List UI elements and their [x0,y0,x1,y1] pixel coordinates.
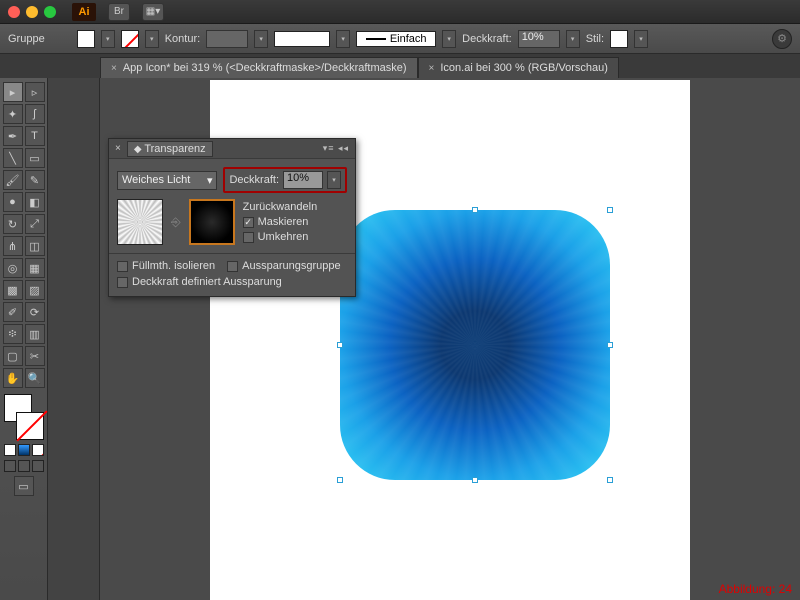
selection-handle[interactable] [607,477,613,483]
pen-tool[interactable]: ✒ [3,126,23,146]
tab-close-icon[interactable]: × [111,63,117,74]
perspective-tool[interactable]: ▦ [25,258,45,278]
window-maximize-button[interactable] [44,6,56,18]
stroke-dropdown[interactable]: ▾ [145,30,159,48]
blob-brush-tool[interactable]: ● [3,192,23,212]
shape-builder-tool[interactable]: ◎ [3,258,23,278]
zoom-tool[interactable]: 🔍 [25,368,45,388]
type-tool[interactable]: T [25,126,45,146]
panel-opacity-input[interactable]: 10% [283,171,323,189]
isolate-blending-checkbox[interactable]: Füllmth. isolieren [117,260,215,272]
figure-caption: Abbildung: 24 [719,582,792,596]
stroke-weight-input[interactable] [206,30,248,48]
fill-stroke-control[interactable] [4,394,44,440]
draw-normal[interactable] [4,460,16,472]
magic-wand-tool[interactable]: ✦ [3,104,23,124]
pencil-tool[interactable]: ✎ [25,170,45,190]
mesh-tool[interactable]: ▩ [3,280,23,300]
none-mode[interactable] [32,444,44,456]
panel-menu-icon[interactable]: ▾≡ ◂◂ [323,143,349,154]
eraser-tool[interactable]: ◧ [25,192,45,212]
transparency-panel: × ◆ Transparenz ▾≡ ◂◂ Weiches Licht▾ Dec… [108,138,356,297]
brush-style[interactable]: Einfach [356,31,436,47]
rectangle-tool[interactable]: ▭ [25,148,45,168]
selection-handle[interactable] [472,207,478,213]
tab-label: Icon.ai bei 300 % (RGB/Vorschau) [440,62,608,74]
window-minimize-button[interactable] [26,6,38,18]
color-mode[interactable] [4,444,16,456]
graph-tool[interactable]: ▥ [25,324,45,344]
free-transform-tool[interactable]: ◫ [25,236,45,256]
brush-style-dd[interactable]: ▾ [442,30,456,48]
link-icon[interactable]: ⎆ [171,215,181,230]
tab-close-icon[interactable]: × [429,63,435,74]
selection-tool[interactable]: ▸ [3,82,23,102]
opacity-field-highlight: Deckkraft: 10% ▾ [223,167,347,193]
scale-tool[interactable]: ⤢ [25,214,45,234]
opacity-defines-knockout-checkbox[interactable]: Deckkraft definiert Aussparung [117,276,347,288]
draw-inside[interactable] [32,460,44,472]
draw-behind[interactable] [18,460,30,472]
artwork-thumbnail[interactable] [117,199,163,245]
window-close-button[interactable] [8,6,20,18]
kontur-label: Kontur: [165,33,200,45]
screen-mode-button[interactable]: ▭ [14,476,34,496]
paintbrush-tool[interactable]: 🖌 [3,170,23,190]
opacity-input[interactable]: 10% [518,30,560,48]
app-logo: Ai [72,3,96,21]
selection-handle[interactable] [607,342,613,348]
tab-label: App Icon* bei 319 % (<Deckkraftmaske>/De… [123,62,407,74]
arrange-button[interactable]: ▦▾ [142,3,164,21]
hand-tool[interactable]: ✋ [3,368,23,388]
panel-close-icon[interactable]: × [115,143,121,154]
opacity-label: Deckkraft: [229,174,279,186]
clip-checkbox[interactable]: ✓Maskieren [243,216,318,228]
symbol-sprayer-tool[interactable]: ፨ [3,324,23,344]
stroke-swatch[interactable] [121,30,139,48]
stroke-color[interactable] [16,412,44,440]
panel-tab-title[interactable]: ◆ Transparenz [127,141,213,157]
line-tool[interactable]: ╲ [3,148,23,168]
selection-handle[interactable] [337,342,343,348]
blend-mode-select[interactable]: Weiches Licht▾ [117,171,217,190]
slice-tool[interactable]: ✂ [25,346,45,366]
artboard-tool[interactable]: ▢ [3,346,23,366]
gradient-mode[interactable] [18,444,30,456]
stroke-weight-dd[interactable]: ▾ [254,30,268,48]
eyedropper-tool[interactable]: ✐ [3,302,23,322]
collapsed-panels[interactable] [48,78,100,600]
blend-tool[interactable]: ⟳ [25,302,45,322]
stroke-profile[interactable] [274,31,330,47]
selection-handle[interactable] [472,477,478,483]
app-icon-artwork[interactable] [340,210,610,480]
stil-label: Stil: [586,33,604,45]
prefs-button[interactable]: ⚙ [772,29,792,49]
fill-dropdown[interactable]: ▾ [101,30,115,48]
style-swatch[interactable] [610,30,628,48]
knockout-group-checkbox[interactable]: Aussparungsgruppe [227,260,340,272]
mask-thumbnail[interactable] [189,199,235,245]
fill-swatch[interactable] [77,30,95,48]
document-tab-2[interactable]: × Icon.ai bei 300 % (RGB/Vorschau) [418,57,619,78]
panel-opacity-dd[interactable]: ▾ [327,171,341,189]
bridge-button[interactable]: Br [108,3,130,21]
release-mask-button[interactable]: Zurückwandeln [243,201,318,213]
stroke-profile-dd[interactable]: ▾ [336,30,350,48]
deckkraft-label: Deckkraft: [462,33,512,45]
tools-panel: ▸▹ ✦ʃ ✒T ╲▭ 🖌✎ ●◧ ↻⤢ ⋔◫ ◎▦ ▩▨ ✐⟳ ፨▥ ▢✂ ✋… [0,78,48,600]
direct-selection-tool[interactable]: ▹ [25,82,45,102]
opacity-dd[interactable]: ▾ [566,30,580,48]
selection-handle[interactable] [607,207,613,213]
gradient-tool[interactable]: ▨ [25,280,45,300]
width-tool[interactable]: ⋔ [3,236,23,256]
invert-checkbox[interactable]: Umkehren [243,231,318,243]
rotate-tool[interactable]: ↻ [3,214,23,234]
selection-handle[interactable] [337,477,343,483]
selection-type-label: Gruppe [8,33,45,45]
style-dd[interactable]: ▾ [634,30,648,48]
rays-overlay [340,210,610,480]
document-tab-1[interactable]: × App Icon* bei 319 % (<Deckkraftmaske>/D… [100,57,418,78]
lasso-tool[interactable]: ʃ [25,104,45,124]
